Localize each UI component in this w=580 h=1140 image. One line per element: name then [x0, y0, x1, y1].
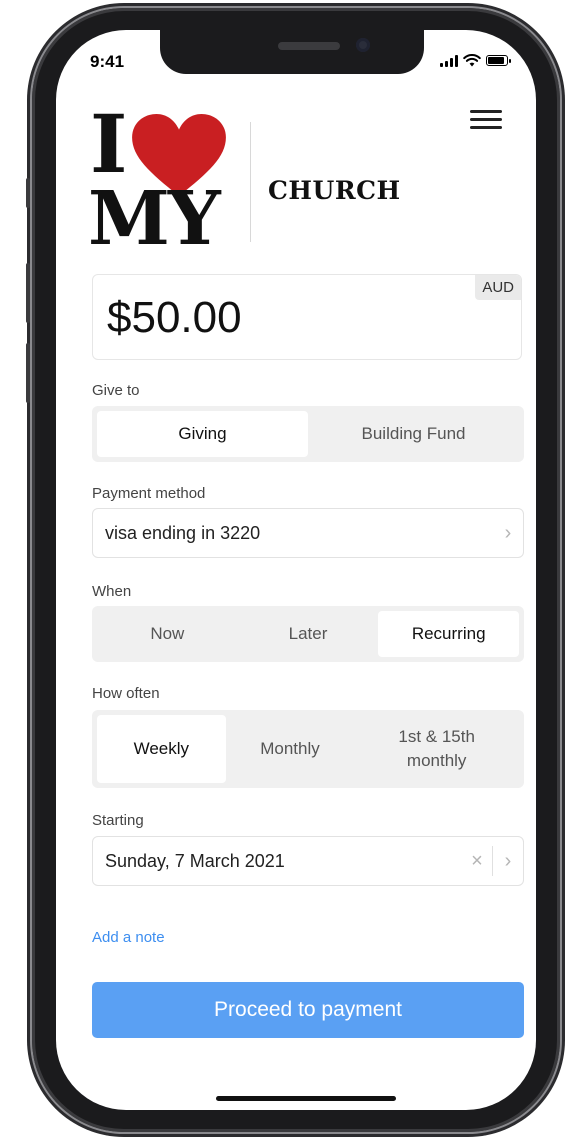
starting-label: Starting — [92, 812, 144, 829]
brand-name: CHURCH — [268, 176, 401, 205]
status-time: 9:41 — [90, 52, 125, 71]
starting-date-value: Sunday, 7 March 2021 — [105, 850, 285, 871]
when-option-recurring[interactable]: Recurring — [378, 611, 520, 657]
close-icon[interactable]: × — [462, 850, 492, 873]
starting-date-field[interactable]: Sunday, 7 March 2021 × › — [92, 836, 524, 886]
give-to-label: Give to — [92, 382, 140, 399]
logo-letter-i: I — [90, 97, 128, 191]
add-note-link[interactable]: Add a note — [92, 929, 165, 946]
payment-method-value: visa ending in 3220 — [105, 522, 261, 543]
payment-method-field[interactable]: visa ending in 3220 › — [92, 508, 524, 558]
front-camera — [356, 38, 370, 52]
proceed-to-payment-button[interactable]: Proceed to payment — [92, 982, 524, 1038]
when-option-later[interactable]: Later — [238, 611, 379, 657]
home-indicator — [216, 1096, 396, 1101]
logo-letter-my: MY — [88, 176, 221, 262]
chevron-right-icon[interactable]: › — [493, 837, 523, 885]
give-to-selector: Giving Building Fund — [92, 406, 524, 462]
cellular-signal-icon — [440, 54, 458, 67]
when-selector: Now Later Recurring — [92, 606, 524, 662]
amount-field[interactable]: $50.00 AUD — [92, 274, 522, 360]
currency-badge: AUD — [475, 275, 521, 300]
logo-divider — [250, 122, 251, 242]
give-to-option-building-fund[interactable]: Building Fund — [308, 411, 519, 457]
volume-up-button — [26, 263, 30, 323]
how-often-selector: Weekly Monthly 1st & 15th monthly — [92, 710, 524, 788]
how-often-option-1st-15th-monthly[interactable]: 1st & 15th monthly — [354, 715, 519, 783]
how-often-option-monthly[interactable]: Monthly — [226, 715, 355, 783]
logo: I MY — [88, 104, 250, 256]
battery-icon — [486, 55, 511, 66]
chevron-right-icon: › — [504, 521, 512, 544]
payment-method-label: Payment method — [92, 485, 206, 502]
how-often-label: How often — [92, 685, 160, 702]
phone-screen: 9:41 I MY CHURCH $50.00 AUD Give to Givi… — [56, 30, 536, 1110]
give-to-option-giving[interactable]: Giving — [97, 411, 308, 457]
how-often-option-weekly[interactable]: Weekly — [97, 715, 226, 783]
when-option-now[interactable]: Now — [97, 611, 238, 657]
volume-down-button — [26, 343, 30, 403]
hamburger-icon[interactable] — [470, 110, 502, 130]
silent-switch — [26, 178, 30, 208]
amount-value: $50.00 — [107, 293, 242, 342]
when-label: When — [92, 583, 132, 600]
speaker-grille — [278, 42, 340, 50]
wifi-icon — [463, 54, 481, 67]
status-icons — [440, 54, 511, 67]
notch — [160, 30, 424, 74]
